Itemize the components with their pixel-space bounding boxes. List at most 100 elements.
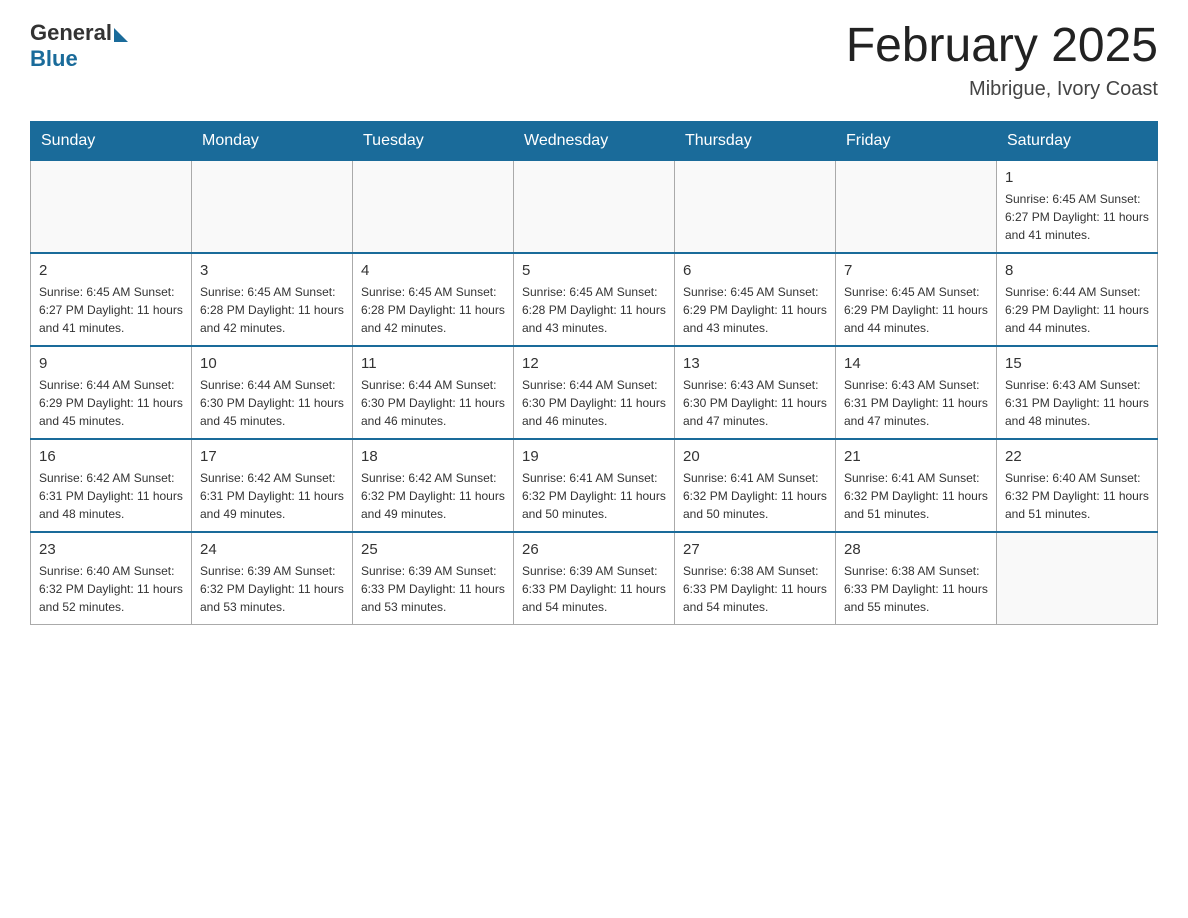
day-number: 5 bbox=[522, 262, 666, 279]
day-number: 25 bbox=[361, 541, 505, 558]
day-number: 9 bbox=[39, 355, 183, 372]
day-number: 14 bbox=[844, 355, 988, 372]
calendar-day-cell: 5 Sunrise: 6:45 AM Sunset: 6:28 PM Daylig… bbox=[514, 253, 675, 346]
day-info: Sunrise: 6:45 AM Sunset: 6:28 PM Dayligh… bbox=[522, 283, 666, 337]
day-info: Sunrise: 6:44 AM Sunset: 6:30 PM Dayligh… bbox=[200, 376, 344, 430]
day-number: 28 bbox=[844, 541, 988, 558]
calendar-day-cell bbox=[836, 160, 997, 253]
day-number: 18 bbox=[361, 448, 505, 465]
day-of-week-header: Friday bbox=[836, 121, 997, 160]
day-info: Sunrise: 6:39 AM Sunset: 6:33 PM Dayligh… bbox=[361, 562, 505, 616]
day-of-week-header: Tuesday bbox=[353, 121, 514, 160]
calendar-week-row: 16 Sunrise: 6:42 AM Sunset: 6:31 PM Dayli… bbox=[31, 439, 1158, 532]
day-number: 13 bbox=[683, 355, 827, 372]
calendar-day-cell: 17 Sunrise: 6:42 AM Sunset: 6:31 PM Dayli… bbox=[192, 439, 353, 532]
calendar-day-cell bbox=[514, 160, 675, 253]
day-number: 10 bbox=[200, 355, 344, 372]
day-number: 20 bbox=[683, 448, 827, 465]
logo-blue-text: Blue bbox=[30, 46, 78, 72]
day-info: Sunrise: 6:45 AM Sunset: 6:27 PM Dayligh… bbox=[1005, 190, 1149, 244]
calendar-day-cell bbox=[31, 160, 192, 253]
day-number: 11 bbox=[361, 355, 505, 372]
calendar-day-cell: 27 Sunrise: 6:38 AM Sunset: 6:33 PM Dayli… bbox=[675, 532, 836, 625]
location: Mibrigue, Ivory Coast bbox=[846, 78, 1158, 101]
day-of-week-header: Wednesday bbox=[514, 121, 675, 160]
calendar-table: SundayMondayTuesdayWednesdayThursdayFrid… bbox=[30, 121, 1158, 625]
day-info: Sunrise: 6:40 AM Sunset: 6:32 PM Dayligh… bbox=[39, 562, 183, 616]
calendar-day-cell: 14 Sunrise: 6:43 AM Sunset: 6:31 PM Dayli… bbox=[836, 346, 997, 439]
calendar-day-cell: 11 Sunrise: 6:44 AM Sunset: 6:30 PM Dayli… bbox=[353, 346, 514, 439]
day-info: Sunrise: 6:45 AM Sunset: 6:28 PM Dayligh… bbox=[361, 283, 505, 337]
day-number: 4 bbox=[361, 262, 505, 279]
calendar-day-cell: 28 Sunrise: 6:38 AM Sunset: 6:33 PM Dayli… bbox=[836, 532, 997, 625]
calendar-day-cell: 13 Sunrise: 6:43 AM Sunset: 6:30 PM Dayli… bbox=[675, 346, 836, 439]
day-info: Sunrise: 6:41 AM Sunset: 6:32 PM Dayligh… bbox=[844, 469, 988, 523]
day-number: 15 bbox=[1005, 355, 1149, 372]
day-number: 22 bbox=[1005, 448, 1149, 465]
calendar-day-cell: 3Sunrise: 6:45 AM Sunset: 6:28 PM Daylig… bbox=[192, 253, 353, 346]
day-of-week-header: Monday bbox=[192, 121, 353, 160]
logo: General Blue bbox=[30, 20, 128, 72]
day-info: Sunrise: 6:42 AM Sunset: 6:31 PM Dayligh… bbox=[200, 469, 344, 523]
title-section: February 2025 Mibrigue, Ivory Coast bbox=[846, 20, 1158, 101]
calendar-day-cell bbox=[997, 532, 1158, 625]
day-number: 17 bbox=[200, 448, 344, 465]
day-number: 24 bbox=[200, 541, 344, 558]
page-header: General Blue February 2025 Mibrigue, Ivo… bbox=[30, 20, 1158, 101]
day-number: 2 bbox=[39, 262, 183, 279]
day-info: Sunrise: 6:42 AM Sunset: 6:31 PM Dayligh… bbox=[39, 469, 183, 523]
calendar-week-row: 2 Sunrise: 6:45 AM Sunset: 6:27 PM Daylig… bbox=[31, 253, 1158, 346]
day-of-week-header: Sunday bbox=[31, 121, 192, 160]
month-title: February 2025 bbox=[846, 20, 1158, 73]
calendar-day-cell: 23Sunrise: 6:40 AM Sunset: 6:32 PM Dayli… bbox=[31, 532, 192, 625]
calendar-day-cell bbox=[353, 160, 514, 253]
day-number: 21 bbox=[844, 448, 988, 465]
day-info: Sunrise: 6:42 AM Sunset: 6:32 PM Dayligh… bbox=[361, 469, 505, 523]
calendar-day-cell: 26Sunrise: 6:39 AM Sunset: 6:33 PM Dayli… bbox=[514, 532, 675, 625]
day-info: Sunrise: 6:39 AM Sunset: 6:32 PM Dayligh… bbox=[200, 562, 344, 616]
day-number: 8 bbox=[1005, 262, 1149, 279]
calendar-day-cell: 12 Sunrise: 6:44 AM Sunset: 6:30 PM Dayli… bbox=[514, 346, 675, 439]
calendar-day-cell bbox=[675, 160, 836, 253]
calendar-day-cell: 4 Sunrise: 6:45 AM Sunset: 6:28 PM Daylig… bbox=[353, 253, 514, 346]
calendar-day-cell: 25 Sunrise: 6:39 AM Sunset: 6:33 PM Dayli… bbox=[353, 532, 514, 625]
logo-general-text: General bbox=[30, 20, 112, 46]
calendar-week-row: 1 Sunrise: 6:45 AM Sunset: 6:27 PM Daylig… bbox=[31, 160, 1158, 253]
calendar-day-cell: 20 Sunrise: 6:41 AM Sunset: 6:32 PM Dayli… bbox=[675, 439, 836, 532]
day-number: 6 bbox=[683, 262, 827, 279]
day-info: Sunrise: 6:44 AM Sunset: 6:29 PM Dayligh… bbox=[39, 376, 183, 430]
day-of-week-header: Saturday bbox=[997, 121, 1158, 160]
day-info: Sunrise: 6:39 AM Sunset: 6:33 PM Dayligh… bbox=[522, 562, 666, 616]
calendar-day-cell: 19Sunrise: 6:41 AM Sunset: 6:32 PM Dayli… bbox=[514, 439, 675, 532]
day-number: 12 bbox=[522, 355, 666, 372]
calendar-day-cell: 8Sunrise: 6:44 AM Sunset: 6:29 PM Daylig… bbox=[997, 253, 1158, 346]
calendar-day-cell: 15 Sunrise: 6:43 AM Sunset: 6:31 PM Dayli… bbox=[997, 346, 1158, 439]
calendar-day-cell: 21 Sunrise: 6:41 AM Sunset: 6:32 PM Dayli… bbox=[836, 439, 997, 532]
day-number: 19 bbox=[522, 448, 666, 465]
day-info: Sunrise: 6:41 AM Sunset: 6:32 PM Dayligh… bbox=[683, 469, 827, 523]
day-number: 1 bbox=[1005, 169, 1149, 186]
calendar-day-cell: 1 Sunrise: 6:45 AM Sunset: 6:27 PM Daylig… bbox=[997, 160, 1158, 253]
day-info: Sunrise: 6:43 AM Sunset: 6:30 PM Dayligh… bbox=[683, 376, 827, 430]
day-info: Sunrise: 6:45 AM Sunset: 6:27 PM Dayligh… bbox=[39, 283, 183, 337]
day-info: Sunrise: 6:43 AM Sunset: 6:31 PM Dayligh… bbox=[1005, 376, 1149, 430]
day-number: 7 bbox=[844, 262, 988, 279]
calendar-day-cell: 16 Sunrise: 6:42 AM Sunset: 6:31 PM Dayli… bbox=[31, 439, 192, 532]
logo-arrow-icon bbox=[114, 28, 128, 42]
day-info: Sunrise: 6:45 AM Sunset: 6:29 PM Dayligh… bbox=[683, 283, 827, 337]
day-number: 27 bbox=[683, 541, 827, 558]
day-info: Sunrise: 6:44 AM Sunset: 6:30 PM Dayligh… bbox=[361, 376, 505, 430]
calendar-week-row: 9 Sunrise: 6:44 AM Sunset: 6:29 PM Daylig… bbox=[31, 346, 1158, 439]
calendar-day-cell: 9 Sunrise: 6:44 AM Sunset: 6:29 PM Daylig… bbox=[31, 346, 192, 439]
calendar-week-row: 23Sunrise: 6:40 AM Sunset: 6:32 PM Dayli… bbox=[31, 532, 1158, 625]
calendar-day-cell: 6 Sunrise: 6:45 AM Sunset: 6:29 PM Daylig… bbox=[675, 253, 836, 346]
day-info: Sunrise: 6:44 AM Sunset: 6:30 PM Dayligh… bbox=[522, 376, 666, 430]
day-info: Sunrise: 6:43 AM Sunset: 6:31 PM Dayligh… bbox=[844, 376, 988, 430]
calendar-day-cell: 18 Sunrise: 6:42 AM Sunset: 6:32 PM Dayli… bbox=[353, 439, 514, 532]
calendar-day-cell: 10 Sunrise: 6:44 AM Sunset: 6:30 PM Dayli… bbox=[192, 346, 353, 439]
day-info: Sunrise: 6:38 AM Sunset: 6:33 PM Dayligh… bbox=[683, 562, 827, 616]
calendar-header-row: SundayMondayTuesdayWednesdayThursdayFrid… bbox=[31, 121, 1158, 160]
day-number: 16 bbox=[39, 448, 183, 465]
day-info: Sunrise: 6:38 AM Sunset: 6:33 PM Dayligh… bbox=[844, 562, 988, 616]
day-number: 3 bbox=[200, 262, 344, 279]
